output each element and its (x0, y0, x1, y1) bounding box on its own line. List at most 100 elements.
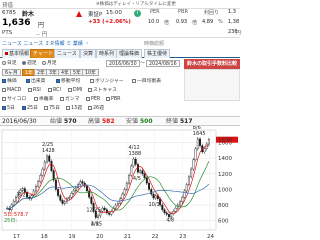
tab-label: 時系列 (99, 51, 115, 57)
info-icon[interactable]: i (134, 10, 141, 17)
ma-75d[interactable]: 75日 (44, 105, 60, 112)
price-chart-svg[interactable]: 160014001200100080060017 18 19 20 21 22 23 242/… (0, 126, 240, 240)
candle-body (103, 207, 106, 210)
date-to-input[interactable]: 2024/08/16 (146, 60, 180, 67)
candle-body (150, 189, 153, 195)
ma-label: 13週 (71, 106, 82, 111)
range-6m-button[interactable]: 6ヶ月 (2, 69, 21, 76)
per-unit: 倍 (164, 20, 170, 26)
ind-label: サイコロ (7, 97, 27, 102)
ind-psychological[interactable]: サイコロ (2, 96, 26, 103)
ind-per[interactable]: PER (86, 96, 100, 103)
price-chart[interactable]: 1600 1400 1200 1000 800 600 17 18 19 20 21 22 23 24 2/… (0, 126, 240, 240)
checkbox-icon (66, 105, 70, 110)
candle-body (199, 138, 201, 146)
period-monthly[interactable]: 月足 (42, 60, 57, 67)
range-10y-button[interactable]: 10年 (82, 69, 99, 76)
candle-body (101, 207, 104, 212)
ind-label: RCI (53, 88, 61, 93)
current-price: 1,636 (2, 18, 31, 28)
candle-body (79, 181, 82, 185)
opt-moving-average[interactable]: 移動平均 (56, 78, 80, 85)
candle-body (46, 155, 48, 163)
ind-label: PER (91, 97, 101, 102)
candle-body (207, 139, 210, 145)
delay-note-link[interactable]: ※株価はディレイ・リアルタイムに変更 (96, 1, 176, 7)
date-from-input[interactable]: 2016/06/30 (106, 60, 140, 67)
candle-body (72, 190, 75, 194)
tab-label: チャート (33, 51, 53, 57)
market-cap-label: 時価総額 (144, 41, 165, 47)
checkbox-icon (44, 105, 48, 110)
ind-pbr[interactable]: PBR (106, 96, 121, 103)
option-row: 株価 出来高 移動平均 ボリンジャー 一目均衡表 (0, 77, 240, 86)
opt-label: 一目均衡表 (137, 79, 161, 84)
market-name: 東証P (88, 12, 103, 18)
x-tick-label: 23 (179, 234, 186, 240)
ma-5d[interactable]: 5日 (2, 105, 15, 112)
annotation-date: 4/5 (133, 176, 141, 182)
ma-legend-label: 25日: (4, 218, 17, 224)
opt-ichimoku[interactable]: 一目均衡表 (132, 78, 161, 85)
y-tick-label: 600 (218, 219, 229, 225)
ind-dmi[interactable]: DMI (68, 87, 82, 94)
checkbox-icon (48, 87, 52, 92)
candle-body (121, 193, 124, 199)
tab-shareholder-benefits[interactable]: 株主優待 (144, 49, 171, 58)
candle-body (34, 186, 37, 192)
period-daily[interactable]: 日足 (2, 60, 17, 67)
stock-code: 6785 (2, 10, 16, 16)
candle-body (110, 211, 113, 215)
x-tick-label: 17 (13, 234, 20, 240)
x-tick-label: 19 (68, 234, 75, 240)
ind-label: ガンマ (65, 97, 80, 102)
opt-label: 出来高 (31, 79, 46, 84)
period-daily-label: 日足 (7, 61, 17, 66)
annotation-date: 12/25 (86, 207, 100, 213)
per-value: 10.0 (148, 19, 160, 25)
candle-body (50, 161, 53, 171)
ind-label: 乖離率 (39, 97, 54, 102)
checkbox-icon (26, 78, 30, 83)
ind-stoch[interactable]: ストキャス (88, 87, 117, 94)
ind-rci[interactable]: RCI (48, 87, 61, 94)
candle-body (61, 200, 64, 204)
tab-chart[interactable]: チャート (30, 49, 56, 58)
checkbox-icon (2, 96, 6, 101)
ind-rsi[interactable]: RSI (28, 87, 41, 94)
x-tick-label: 24 (207, 234, 214, 240)
ma-13w[interactable]: 13週 (66, 105, 82, 112)
opt-price[interactable]: 株価 (2, 78, 17, 85)
ind-deviation[interactable]: 乖離率 (34, 96, 53, 103)
ma-label: 5日 (7, 106, 15, 111)
news-row: ニュース ニュース ＩＲ情報 ミ 業績 ・ 時価総額 (0, 39, 240, 48)
candle-body (190, 168, 193, 178)
news-links[interactable]: ニュース ニュース ＩＲ情報 ミ 業績 ・ (2, 40, 89, 47)
checkbox-icon (86, 96, 90, 101)
tab-basic-info[interactable]: 基本情報 (2, 49, 33, 58)
tab-theory-price[interactable]: 理論株価 (116, 49, 143, 58)
yield-value: 4.89 (202, 19, 214, 25)
tab-earnings[interactable]: 決算 (80, 49, 97, 58)
period-weekly[interactable]: 週足 (22, 60, 37, 67)
candle-body (90, 196, 93, 204)
opt-volume[interactable]: 出来高 (26, 78, 45, 85)
checkbox-icon (56, 78, 60, 83)
ma-25d[interactable]: 25日 (22, 105, 38, 112)
tab-news[interactable]: ニュース (54, 49, 80, 58)
ma-26w[interactable]: 26週 (88, 105, 104, 112)
opt-label: ボリンジャー (95, 79, 124, 84)
candle-body (41, 168, 44, 176)
ind-gamma[interactable]: ガンマ (60, 96, 79, 103)
ind-macd[interactable]: MACD (2, 87, 21, 94)
candle-body (168, 214, 170, 217)
opt-bollinger[interactable]: ボリンジャー (90, 78, 124, 85)
candle-body (48, 155, 51, 162)
period-weekly-label: 週足 (27, 61, 37, 66)
tab-label: 基本情報 (9, 51, 30, 57)
pts-label: PTS (2, 30, 13, 36)
radio-icon (22, 60, 26, 65)
tab-timeseries[interactable]: 時系列 (96, 49, 118, 58)
annotation-date: 10/3 (148, 202, 159, 208)
candle-body (43, 161, 46, 170)
